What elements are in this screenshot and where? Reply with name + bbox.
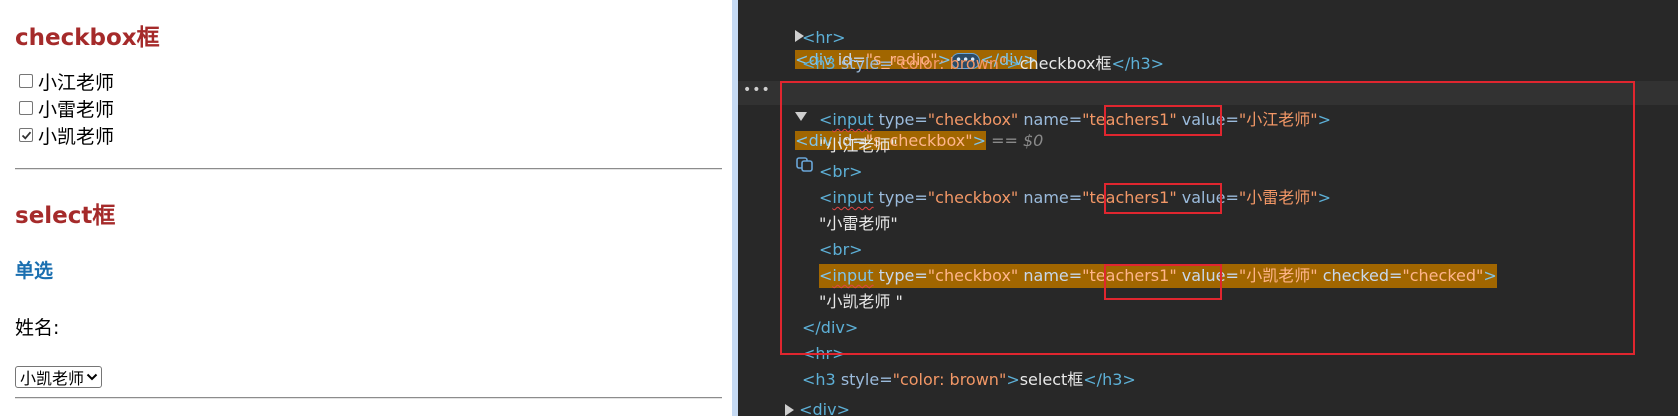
checkbox-row-xiaojiang[interactable]: 小江老师 — [19, 69, 115, 94]
annotation-box-name — [1104, 264, 1222, 300]
chevron-down-icon — [86, 373, 98, 381]
checkbox-xiaojiang[interactable] — [19, 74, 33, 88]
annotation-box-name — [1104, 183, 1222, 214]
divider — [15, 397, 722, 399]
checkbox-xiaolei[interactable] — [19, 101, 33, 115]
name-label: 姓名: — [15, 317, 60, 339]
select-value: 小凯老师 — [20, 369, 85, 388]
checkbox-label: 小雷老师 — [38, 98, 115, 121]
checkmark-icon — [21, 131, 31, 140]
dom-node-h3-checkbox[interactable]: <h3 style="color: brown">checkbox框</h3> — [802, 52, 1164, 76]
teacher-select[interactable]: 小凯老师 — [15, 366, 103, 388]
divider — [15, 168, 722, 170]
checkbox-xiaokai[interactable] — [19, 128, 33, 142]
checkbox-heading: checkbox框 — [15, 25, 160, 51]
expand-arrow-icon[interactable] — [785, 404, 794, 416]
select-heading: select框 — [15, 203, 116, 229]
checkbox-label: 小凯老师 — [38, 125, 115, 148]
annotation-box-name — [1104, 105, 1222, 136]
dom-node-h3-select[interactable]: <h3 style="color: brown">select框</h3> — [802, 368, 1136, 392]
page-preview: checkbox框 小江老师 小雷老师 小凯老师 select框 单选 姓名: … — [0, 0, 738, 416]
dom-node-hr[interactable]: <hr> — [802, 26, 846, 50]
checkbox-row-xiaolei[interactable]: 小雷老师 — [19, 96, 115, 121]
dom-node-div-next[interactable]: <div> — [785, 398, 850, 416]
dom-node-s-radio[interactable]: <div id="s_radio"> ••• </div> — [785, 0, 1037, 69]
checkbox-label: 小江老师 — [38, 71, 115, 94]
checkbox-row-xiaokai[interactable]: 小凯老师 — [19, 123, 115, 148]
single-select-heading: 单选 — [15, 260, 54, 282]
more-icon[interactable]: ••• — [743, 82, 771, 98]
